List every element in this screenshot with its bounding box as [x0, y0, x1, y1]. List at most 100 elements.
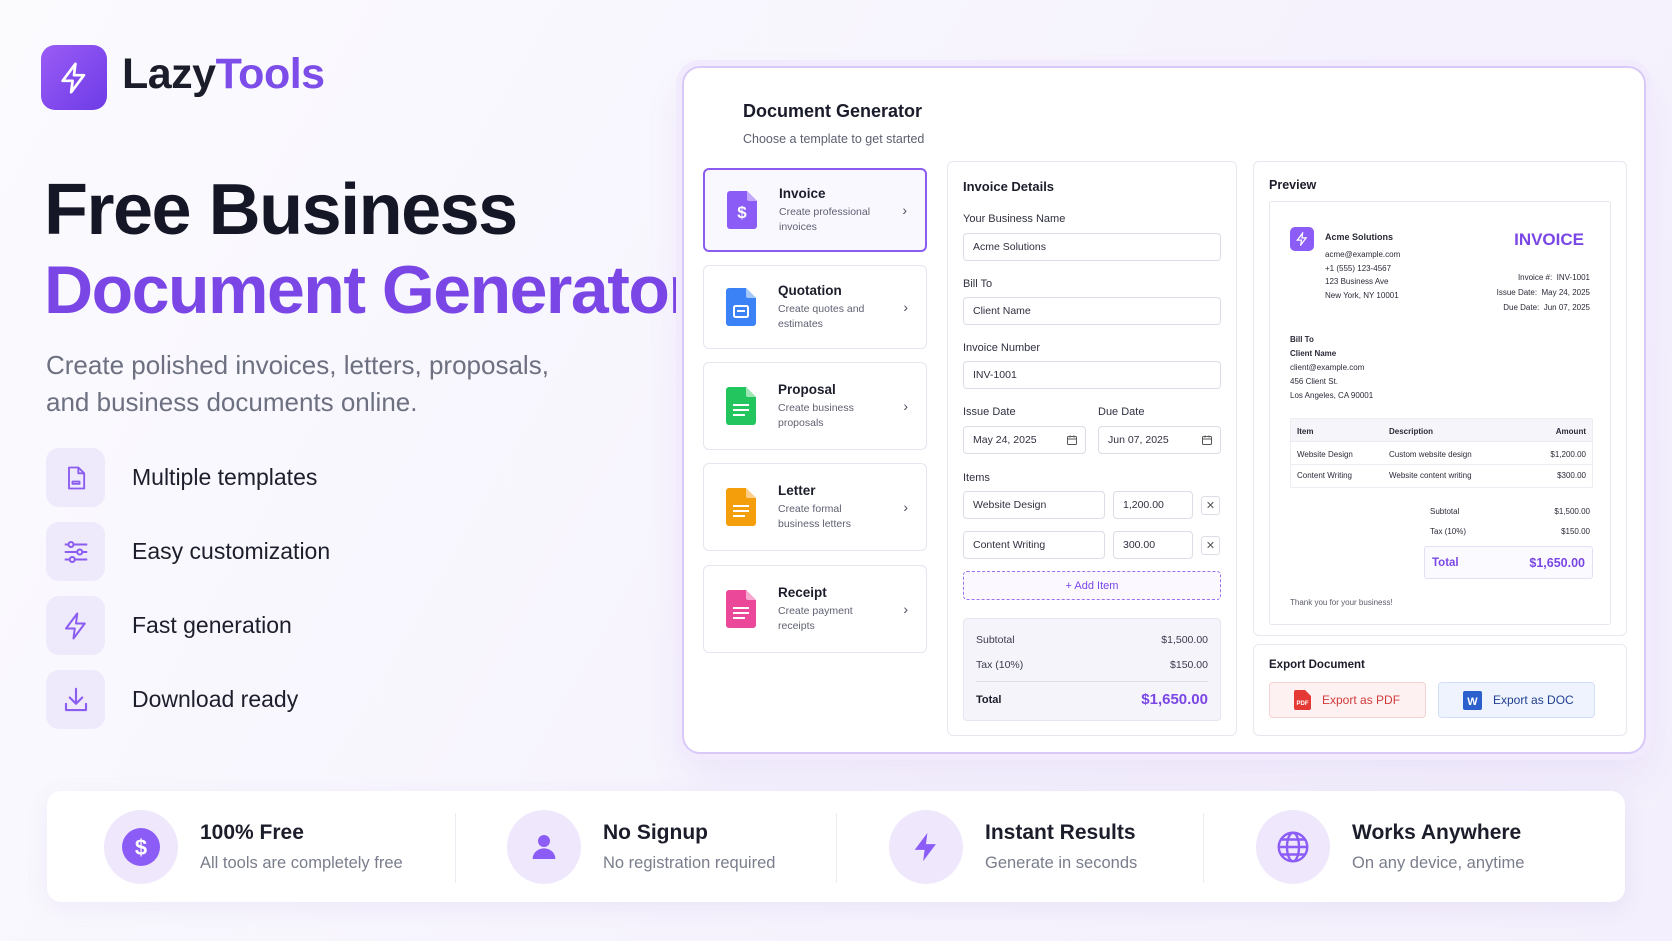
quotation-doc-icon — [726, 288, 756, 326]
remove-item-button[interactable]: ✕ — [1201, 496, 1220, 515]
item-description-input[interactable]: Website Design — [963, 491, 1105, 519]
benefit-divider — [455, 813, 456, 883]
close-icon: ✕ — [1205, 540, 1216, 552]
item-amount-input[interactable]: 1,200.00 — [1113, 491, 1193, 519]
calendar-icon — [1202, 435, 1212, 445]
svg-text:PDF: PDF — [1297, 701, 1309, 707]
chevron-right-icon: › — [902, 202, 907, 218]
benefit-divider — [1203, 813, 1204, 883]
preview-doc-title: INVOICE — [1514, 230, 1584, 249]
due-date-label: Due Date — [1098, 406, 1145, 418]
invoice-number-label: Invoice Number — [963, 342, 1041, 354]
svg-text:W: W — [1467, 696, 1478, 708]
preview-items-table: Item Description Amount Website Design C… — [1290, 418, 1593, 488]
preview-total-box: Total $1,650.00 — [1424, 546, 1593, 579]
svg-text:$: $ — [737, 203, 747, 222]
lightning-bolt-icon — [1290, 227, 1314, 251]
feature-label: Multiple templates — [132, 464, 318, 490]
template-name: Receipt — [778, 584, 827, 600]
export-doc-label: Export as DOC — [1493, 693, 1574, 707]
subtotal-row: Subtotal $1,500.00 — [976, 634, 1208, 646]
export-pdf-button[interactable]: PDF Export as PDF — [1269, 682, 1426, 718]
template-proposal[interactable]: Proposal Create business proposals › — [703, 362, 927, 450]
proposal-doc-icon — [726, 387, 756, 425]
preview-thanks: Thank you for your business! — [1290, 598, 1393, 607]
template-desc: Create payment receipts — [778, 604, 853, 632]
lightning-icon — [64, 612, 86, 639]
feature-label: Easy customization — [132, 538, 331, 564]
business-name-input[interactable]: Acme Solutions — [963, 233, 1221, 261]
due-date-value: Jun 07, 2025 — [1108, 434, 1169, 446]
preview-invoice-meta: Invoice #: INV-1001 Issue Date: May 24, … — [1496, 273, 1590, 312]
lightning-icon — [914, 832, 936, 862]
tax-row: Tax (10%) $150.00 — [976, 659, 1208, 671]
preview-company: Acme Solutions — [1325, 232, 1394, 242]
brand-name: LazyTools — [122, 50, 325, 98]
benefit-item: No Signup No registration required — [507, 810, 775, 884]
invoice-doc-icon: $ — [727, 191, 757, 229]
due-date-input[interactable]: Jun 07, 2025 — [1098, 426, 1221, 454]
benefit-title: Instant Results — [985, 821, 1136, 844]
template-desc: Create professional invoices — [779, 205, 871, 233]
add-item-button[interactable]: + Add Item — [963, 571, 1221, 600]
benefit-item: Instant Results Generate in seconds — [889, 810, 1137, 884]
item-description-input[interactable]: Content Writing — [963, 531, 1105, 559]
template-receipt[interactable]: Receipt Create payment receipts › — [703, 565, 927, 653]
word-file-icon: W — [1463, 690, 1482, 710]
template-invoice[interactable]: $ Invoice Create professional invoices › — [703, 168, 927, 252]
form-title: Invoice Details — [963, 179, 1055, 194]
feature-item: Multiple templates — [46, 448, 317, 507]
app-subtitle: Choose a template to get started — [743, 132, 925, 146]
hero-title-line1: Free Business — [44, 170, 518, 250]
user-icon — [532, 835, 556, 859]
feature-label: Fast generation — [132, 612, 292, 638]
app-title: Document Generator — [743, 101, 923, 121]
pdf-file-icon: PDF — [1294, 690, 1311, 710]
preview-bill-to: Bill To Client Name client@example.com 4… — [1290, 335, 1374, 400]
preview-table-row: Website Design Custom website design $1,… — [1291, 442, 1592, 465]
benefit-title: Works Anywhere — [1352, 821, 1522, 844]
bill-to-input[interactable]: Client Name — [963, 297, 1221, 325]
chevron-right-icon: › — [903, 299, 908, 315]
issue-date-value: May 24, 2025 — [973, 434, 1037, 446]
export-pdf-label: Export as PDF — [1322, 693, 1401, 707]
hero-title-line2: Document Generators — [44, 252, 731, 328]
document-icon — [67, 466, 85, 489]
globe-icon — [1277, 831, 1309, 863]
export-title: Export Document — [1269, 659, 1365, 671]
export-doc-button[interactable]: W Export as DOC — [1438, 682, 1595, 718]
receipt-doc-icon — [726, 590, 756, 628]
invoice-number-input[interactable]: INV-1001 — [963, 361, 1221, 389]
invoice-preview-document: Acme Solutions acme@example.com +1 (555) … — [1269, 201, 1611, 625]
bill-to-label: Bill To — [963, 278, 993, 290]
feature-item: Fast generation — [46, 596, 292, 655]
business-name-label: Your Business Name — [963, 213, 1066, 225]
calendar-icon — [1067, 435, 1077, 445]
template-name: Proposal — [778, 381, 836, 397]
template-name: Quotation — [778, 282, 842, 298]
chevron-right-icon: › — [903, 499, 908, 515]
template-letter[interactable]: Letter Create formal business letters › — [703, 463, 927, 551]
issue-date-label: Issue Date — [963, 406, 1016, 418]
template-name: Invoice — [779, 185, 826, 201]
totals-box: Subtotal $1,500.00 Tax (10%) $150.00 Total… — [963, 618, 1221, 721]
template-name: Letter — [778, 482, 816, 498]
item-amount-input[interactable]: 300.00 — [1113, 531, 1193, 559]
template-quotation[interactable]: Quotation Create quotes and estimates › — [703, 265, 927, 349]
download-icon — [64, 687, 87, 711]
letter-doc-icon — [726, 488, 756, 526]
benefit-desc: No registration required — [603, 854, 776, 872]
remove-item-button[interactable]: ✕ — [1201, 536, 1220, 555]
dollar-icon: $ — [122, 828, 160, 866]
benefit-item: Works Anywhere On any device, anytime — [1256, 810, 1524, 884]
sliders-icon — [64, 540, 87, 563]
issue-date-input[interactable]: May 24, 2025 — [963, 426, 1086, 454]
template-desc: Create formal business letters — [778, 502, 851, 530]
template-desc: Create business proposals — [778, 401, 854, 429]
svg-text:$: $ — [135, 835, 147, 860]
total-row: Total $1,650.00 — [976, 691, 1208, 708]
benefit-desc: All tools are completely free — [200, 854, 403, 872]
benefit-title: 100% Free — [200, 821, 304, 844]
preview-company-info: acme@example.com +1 (555) 123-4567 123 Bus… — [1325, 250, 1401, 300]
chevron-right-icon: › — [903, 601, 908, 617]
